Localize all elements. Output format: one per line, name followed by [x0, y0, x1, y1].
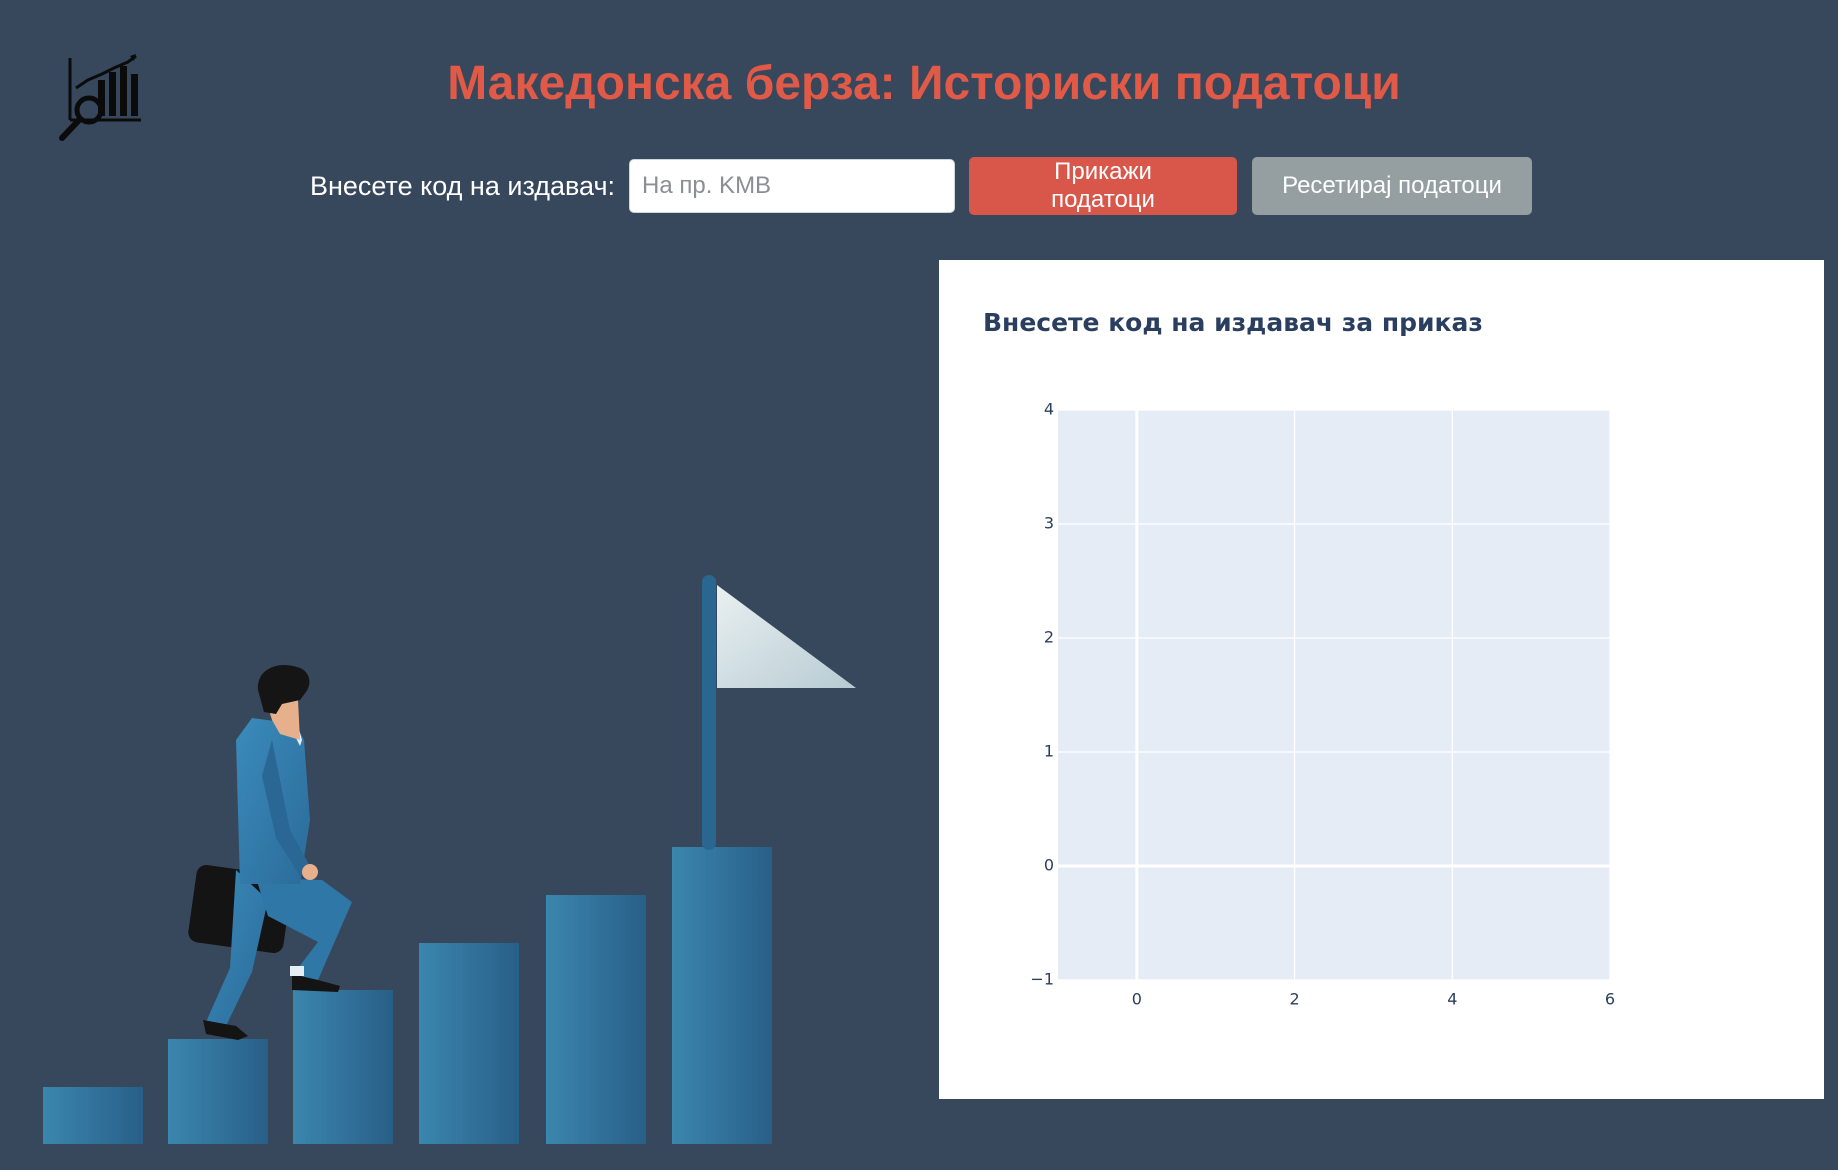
- x-tick-label: 2: [1289, 990, 1299, 1009]
- y-tick-label: 4: [1044, 400, 1054, 419]
- show-data-button[interactable]: Прикажи податоци: [969, 157, 1238, 215]
- x-tick-label: 0: [1132, 990, 1142, 1009]
- y-tick-label: 1: [1044, 742, 1054, 761]
- reset-data-button[interactable]: Ресетирај податоци: [1252, 157, 1533, 215]
- issuer-code-label: Внесете код на издавач:: [310, 170, 616, 201]
- y-tick-label: 0: [1044, 856, 1054, 875]
- plot-area: [1058, 410, 1610, 980]
- businessman-climbing-bar-stairs-to-flag-icon: [43, 575, 856, 1144]
- y-tick-label: 3: [1044, 514, 1054, 533]
- y-tick-label: −1: [1030, 970, 1054, 989]
- price-chart-panel: 0 2 4 6 −1 0 1 2 3 4 Внесете код на издавач за пр…: [939, 260, 1824, 1099]
- issuer-controls: Внесете код на издавач: Прикажи податоци…: [310, 156, 1533, 216]
- chart-title: Внесете код на издавач за приказ: [983, 308, 1483, 337]
- x-tick-label: 6: [1605, 990, 1615, 1009]
- issuer-code-input[interactable]: [629, 159, 956, 213]
- y-tick-label: 2: [1044, 628, 1054, 647]
- x-tick-label: 4: [1447, 990, 1457, 1009]
- price-chart[interactable]: 0 2 4 6 −1 0 1 2 3 4: [939, 260, 1824, 1099]
- page-title: Македонска берза: Историски податоци: [447, 57, 1401, 110]
